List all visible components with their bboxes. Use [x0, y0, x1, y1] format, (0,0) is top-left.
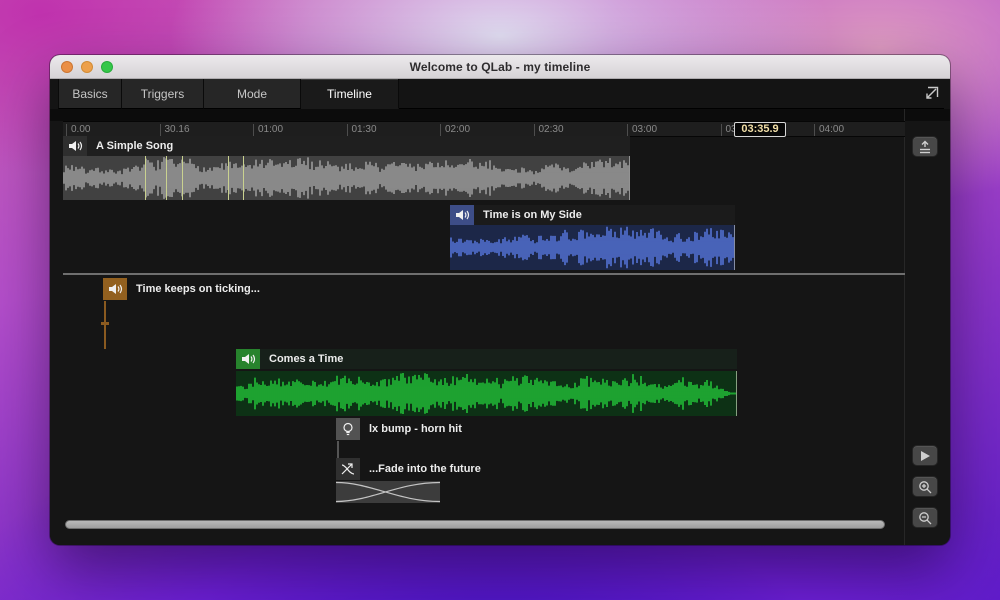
- ruler-tick: 30.16: [160, 124, 190, 136]
- ruler-tick: 03:00: [627, 124, 657, 136]
- group-divider: [63, 273, 905, 275]
- cue-comes-a-time[interactable]: Comes a Time: [236, 349, 737, 369]
- cue-lx-bump-horn-hit[interactable]: lx bump - horn hit: [336, 419, 516, 439]
- slice-marker[interactable]: [243, 156, 244, 200]
- cue-a-simple-song[interactable]: A Simple Song: [63, 136, 630, 156]
- fade-curve-panel[interactable]: [336, 481, 440, 503]
- tracks-area[interactable]: 03:35.9 0.00 30.16 01:00 01:30 02:00 02:30 03:…: [63, 109, 905, 545]
- timeline-panel: 03:35.9 0.00 30.16 01:00 01:30 02:00 02:30 03:…: [50, 109, 950, 545]
- cue-name: Time keeps on ticking...: [136, 283, 260, 295]
- playhead-time[interactable]: 03:35.9: [734, 122, 786, 137]
- collapse-corner-icon[interactable]: [918, 79, 944, 109]
- tab-triggers[interactable]: Triggers: [122, 79, 204, 109]
- cue-time-keeps-on-ticking[interactable]: Time keeps on ticking...: [103, 279, 303, 299]
- cue-fade-into-the-future[interactable]: ...Fade into the future: [336, 459, 536, 479]
- ruler-tick: 01:00: [253, 124, 283, 136]
- speaker-icon: [450, 205, 474, 225]
- tab-timeline[interactable]: Timeline: [301, 79, 399, 109]
- zoom-out-button[interactable]: [912, 507, 938, 528]
- ruler-tick: 01:30: [347, 124, 377, 136]
- zoom-in-button[interactable]: [912, 476, 938, 497]
- time-ruler[interactable]: 03:35.9 0.00 30.16 01:00 01:30 02:00 02:30 03:…: [63, 121, 905, 137]
- play-button[interactable]: [912, 445, 938, 466]
- window-title: Welcome to QLab - my timeline: [50, 60, 950, 74]
- waveform-comes-a-time[interactable]: [236, 371, 737, 416]
- load-to-time-button[interactable]: [912, 136, 938, 157]
- cue-name: A Simple Song: [96, 140, 173, 152]
- cue-name: ...Fade into the future: [369, 463, 481, 475]
- waveform-a-simple-song[interactable]: [63, 156, 630, 200]
- cue-connector-line: [337, 441, 339, 459]
- tab-bar: Basics Triggers Mode Timeline: [50, 79, 950, 109]
- tabbar-spacer: [399, 79, 918, 109]
- cue-name: Time is on My Side: [483, 209, 582, 221]
- cue-name: lx bump - horn hit: [369, 423, 462, 435]
- speaker-icon: [236, 349, 260, 369]
- slice-marker[interactable]: [228, 156, 229, 200]
- titlebar[interactable]: Welcome to QLab - my timeline: [50, 55, 950, 79]
- slice-marker[interactable]: [182, 156, 183, 200]
- cue-time-is-on-my-side[interactable]: Time is on My Side: [450, 205, 735, 225]
- speaker-icon: [103, 278, 127, 300]
- cue-name: Comes a Time: [269, 353, 343, 365]
- speaker-icon: [63, 136, 87, 156]
- ruler-tick: 04:00: [814, 124, 844, 136]
- ruler-tick: 02:30: [534, 124, 564, 136]
- waveform-time-is-on-my-side[interactable]: [450, 225, 735, 270]
- crossfade-icon: [336, 458, 360, 480]
- ruler-tick: 02:00: [440, 124, 470, 136]
- horizontal-scrollbar[interactable]: [65, 520, 885, 529]
- tab-basics[interactable]: Basics: [58, 79, 122, 109]
- marker-duration-line[interactable]: [104, 301, 106, 349]
- bulb-icon: [336, 418, 360, 440]
- qlab-window: Welcome to QLab - my timeline Basics Tri…: [50, 55, 950, 545]
- ruler-tick: 0.00: [66, 124, 90, 136]
- marker-node[interactable]: [101, 322, 109, 325]
- slice-marker[interactable]: [166, 156, 167, 200]
- slice-marker[interactable]: [145, 156, 146, 200]
- tab-mode[interactable]: Mode: [204, 79, 301, 109]
